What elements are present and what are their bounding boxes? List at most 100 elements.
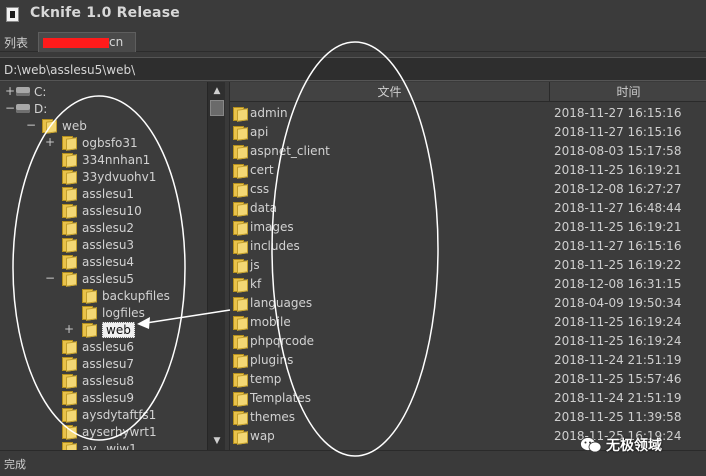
tree-item[interactable]: asslesu1 xyxy=(62,185,134,202)
file-name: Templates xyxy=(250,391,312,405)
folder-icon xyxy=(62,203,78,219)
tree-item[interactable]: asslesu10 xyxy=(62,202,142,219)
tree-item-label: 33ydvuohv1 xyxy=(82,169,157,184)
file-time: 2018-04-09 19:50:34 xyxy=(554,296,682,310)
file-row[interactable]: admin 2018-11-27 16:15:16 xyxy=(230,104,706,123)
tree-item-label: asslesu2 xyxy=(82,220,135,235)
tree-item[interactable]: asslesu2 xyxy=(62,219,134,236)
file-row[interactable]: js 2018-11-25 16:19:22 xyxy=(230,256,706,275)
collapse-toggle-icon[interactable]: − xyxy=(26,117,36,134)
file-row[interactable]: api 2018-11-27 16:15:16 xyxy=(230,123,706,142)
file-name: images xyxy=(250,220,294,234)
tree-item-label: web xyxy=(62,118,87,133)
folder-icon xyxy=(233,353,249,369)
tree-item[interactable]: asslesu6 xyxy=(62,338,134,355)
tab-site-label: cn xyxy=(109,35,124,49)
tree-item[interactable]: asslesu7 xyxy=(62,355,134,372)
folder-icon xyxy=(82,288,98,304)
tree-item[interactable]: C: xyxy=(16,83,46,100)
tree-item-label: asslesu6 xyxy=(82,339,135,354)
file-row[interactable]: images 2018-11-25 16:19:21 xyxy=(230,218,706,237)
tree-item-label: asslesu10 xyxy=(82,203,142,218)
file-row[interactable]: languages 2018-04-09 19:50:34 xyxy=(230,294,706,313)
tree-item-label: D: xyxy=(34,101,48,116)
tab-list[interactable]: 列表 xyxy=(4,34,28,51)
tree-item[interactable]: ogbsfo31 xyxy=(62,134,138,151)
file-row[interactable]: phpqrcode 2018-11-25 16:19:24 xyxy=(230,332,706,351)
tree-item[interactable]: ayserhywrt1 xyxy=(62,423,157,440)
file-row[interactable]: Templates 2018-11-24 21:51:19 xyxy=(230,389,706,408)
file-row[interactable]: kf 2018-12-08 16:31:15 xyxy=(230,275,706,294)
tree-item[interactable]: aysdytaftfs1 xyxy=(62,406,156,423)
folder-icon xyxy=(62,373,78,389)
tree-item-label: aysdytaftfs1 xyxy=(82,407,157,422)
file-list-header: 文件 时间 xyxy=(230,82,706,102)
file-list: 文件 时间 admin 2018-11-27 16:15:16 api 2018-11… xyxy=(229,82,706,450)
file-row[interactable]: plugins 2018-11-24 21:51:19 xyxy=(230,351,706,370)
file-name: mobile xyxy=(250,315,291,329)
file-name: css xyxy=(250,182,270,196)
directory-tree: + C: − D: − web + ogbsfo31 334nnhan1 33ydvuohv1 as… xyxy=(0,82,207,450)
file-time: 2018-11-24 21:51:19 xyxy=(554,391,682,405)
file-row[interactable]: includes 2018-11-27 16:15:16 xyxy=(230,237,706,256)
tree-item[interactable]: asslesu4 xyxy=(62,253,134,270)
tab-site[interactable]: cn xyxy=(38,32,136,52)
tree-item-label: asslesu4 xyxy=(82,254,135,269)
column-header-file[interactable]: 文件 xyxy=(230,82,550,102)
file-row[interactable]: mobile 2018-11-25 16:19:24 xyxy=(230,313,706,332)
file-row[interactable]: cert 2018-11-25 16:19:21 xyxy=(230,161,706,180)
expand-toggle-icon[interactable]: + xyxy=(45,134,55,151)
tree-scrollbar[interactable]: ▲ ▼ xyxy=(207,82,225,450)
folder-icon xyxy=(233,201,249,217)
file-name: kf xyxy=(250,277,262,291)
file-time: 2018-11-25 16:19:24 xyxy=(554,334,682,348)
tree-item[interactable]: ay...wjw1 xyxy=(62,440,137,450)
file-name: plugins xyxy=(250,353,294,367)
tree-item[interactable]: logfiles xyxy=(82,304,145,321)
file-name: wap xyxy=(250,429,275,443)
tree-item[interactable]: asslesu5 xyxy=(62,270,134,287)
tree-item[interactable]: 33ydvuohv1 xyxy=(62,168,156,185)
tree-item-label: asslesu1 xyxy=(82,186,135,201)
file-row[interactable]: aspnet_client 2018-08-03 15:17:58 xyxy=(230,142,706,161)
file-row[interactable]: themes 2018-11-25 11:39:58 xyxy=(230,408,706,427)
folder-icon xyxy=(62,237,78,253)
tree-item-label: C: xyxy=(34,84,47,99)
file-row[interactable]: css 2018-12-08 16:27:27 xyxy=(230,180,706,199)
file-name: themes xyxy=(250,410,296,424)
scroll-up-icon[interactable]: ▲ xyxy=(209,83,225,99)
tree-item[interactable]: backupfiles xyxy=(82,287,170,304)
tree-item[interactable]: D: xyxy=(16,100,47,117)
expand-toggle-icon[interactable]: + xyxy=(64,321,74,338)
watermark-text: 无极领域 xyxy=(606,438,662,454)
tree-item[interactable]: 334nnhan1 xyxy=(62,151,150,168)
tree-item[interactable]: asslesu9 xyxy=(62,389,134,406)
tree-item-label: ay...wjw1 xyxy=(82,441,137,451)
path-bar xyxy=(0,57,706,81)
tree-item[interactable]: asslesu3 xyxy=(62,236,134,253)
folder-icon xyxy=(62,356,78,372)
collapse-toggle-icon[interactable]: − xyxy=(5,100,15,117)
tree-item[interactable]: web xyxy=(42,117,87,134)
file-row[interactable]: temp 2018-11-25 15:57:46 xyxy=(230,370,706,389)
collapse-toggle-icon[interactable]: − xyxy=(45,270,55,287)
drive-icon xyxy=(16,87,30,96)
tree-item[interactable]: asslesu8 xyxy=(62,372,134,389)
tree-item[interactable]: web xyxy=(82,321,135,338)
folder-icon xyxy=(233,125,249,141)
file-name: api xyxy=(250,125,269,139)
folder-icon xyxy=(62,135,78,151)
file-row[interactable]: data 2018-11-27 16:48:44 xyxy=(230,199,706,218)
folder-icon xyxy=(62,186,78,202)
folder-icon xyxy=(233,106,249,122)
scroll-down-icon[interactable]: ▼ xyxy=(209,433,225,449)
folder-icon xyxy=(233,220,249,236)
folder-icon xyxy=(233,372,249,388)
tree-item-label: asslesu9 xyxy=(82,390,135,405)
tree-item-label: asslesu3 xyxy=(82,237,135,252)
path-input[interactable] xyxy=(4,62,694,78)
column-header-time[interactable]: 时间 xyxy=(550,82,706,102)
drive-icon xyxy=(16,104,30,113)
scroll-thumb[interactable] xyxy=(210,100,224,116)
expand-toggle-icon[interactable]: + xyxy=(5,83,15,100)
